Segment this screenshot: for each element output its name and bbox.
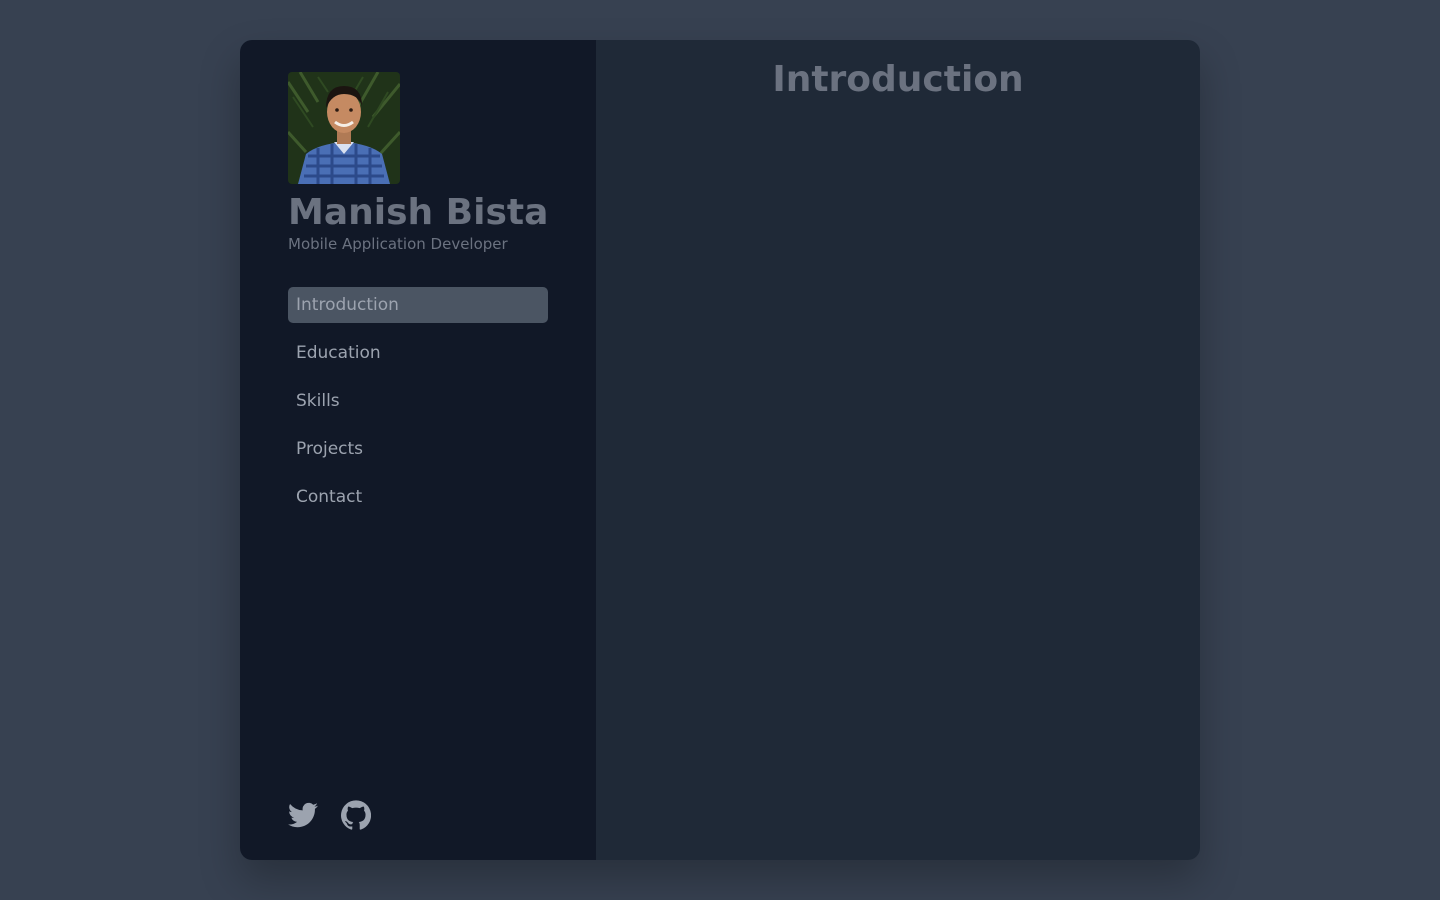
profile-role: Mobile Application Developer [288,235,508,254]
nav-item-skills[interactable]: Skills [288,383,548,419]
portfolio-card: Manish Bista Mobile Application Develope… [240,40,1200,860]
nav-item-contact[interactable]: Contact [288,479,548,515]
sidebar: Manish Bista Mobile Application Develope… [240,40,596,860]
github-icon[interactable] [341,800,371,830]
social-links [288,800,371,830]
main-content: Introduction [596,40,1200,860]
profile-name: Manish Bista [288,192,549,233]
section-title: Introduction [772,59,1024,100]
profile-photo [288,72,400,184]
nav-item-projects[interactable]: Projects [288,431,548,467]
nav-item-education[interactable]: Education [288,335,548,371]
nav-item-introduction[interactable]: Introduction [288,287,548,324]
sidebar-nav: Introduction Education Skills Projects C… [288,287,548,515]
twitter-icon[interactable] [288,800,318,830]
